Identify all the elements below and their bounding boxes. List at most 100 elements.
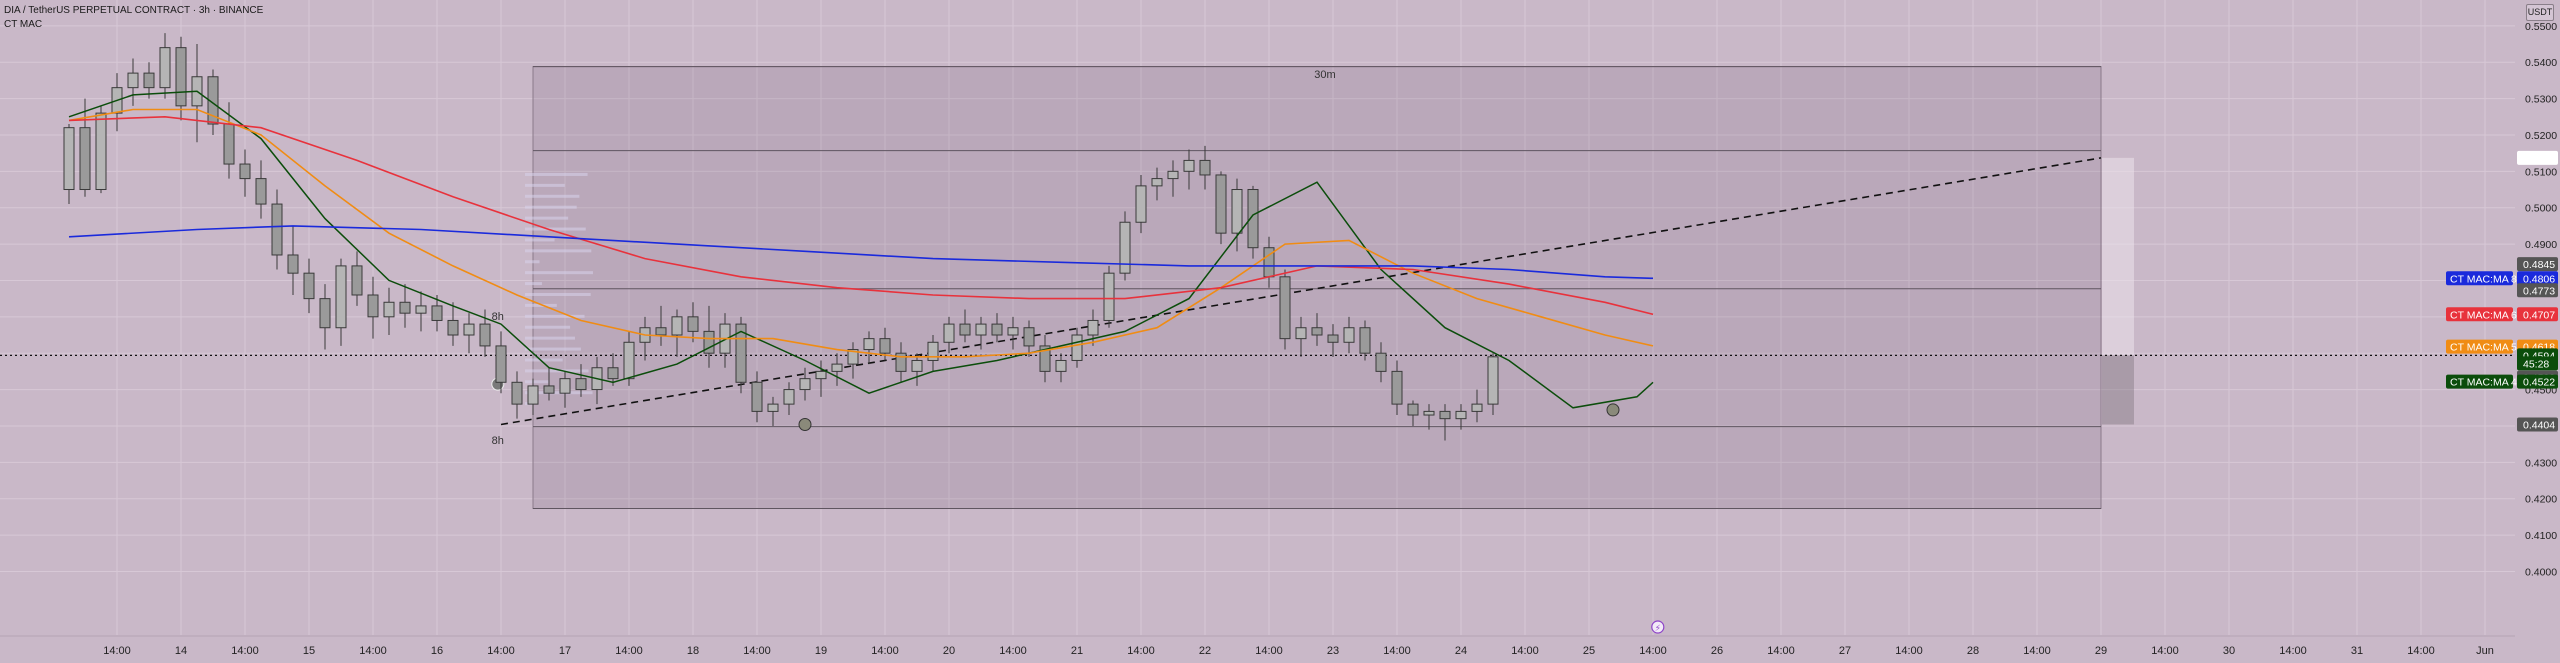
price-badge-label: 0.4845 xyxy=(2523,259,2555,271)
time-tick-label: 14:00 xyxy=(1895,645,1923,657)
price-badge-label: 0.4707 xyxy=(2523,309,2555,321)
price-badge-label: 0.4773 xyxy=(2523,285,2555,297)
drawings-layer: 30m8h8h⚡ xyxy=(0,66,2515,634)
time-tick-label: 14:00 xyxy=(999,645,1027,657)
candle-body-down xyxy=(1407,403,1419,416)
candle-body-down xyxy=(1327,334,1339,343)
candle xyxy=(1215,171,1227,245)
candle xyxy=(735,316,747,394)
price-tick-label: 0.4200 xyxy=(2525,494,2557,506)
volume-profile-bar xyxy=(525,205,577,209)
candle-body-down xyxy=(1199,159,1211,176)
volume-profile-bar xyxy=(525,194,580,198)
time-tick-label: 14:00 xyxy=(231,645,259,657)
candle-body-up xyxy=(1231,189,1243,234)
price-badge-label: 0.5137 xyxy=(2523,153,2555,165)
candle-body-up xyxy=(1071,334,1083,361)
candle-body-down xyxy=(175,47,187,107)
candle-body-up xyxy=(1055,359,1067,372)
time-tick-label: 20 xyxy=(943,645,955,657)
candle-body-up xyxy=(559,378,571,394)
time-tick-label: 22 xyxy=(1199,645,1211,657)
time-tick-label: 14:00 xyxy=(1255,645,1283,657)
candle xyxy=(383,287,395,336)
price-tick-label: 0.5000 xyxy=(2525,203,2557,215)
volume-profile-bar xyxy=(525,314,585,318)
price-badge-label: 0.4522 xyxy=(2523,377,2555,389)
volume-profile-bar xyxy=(525,172,588,176)
candle xyxy=(1103,265,1115,328)
candle xyxy=(335,258,347,346)
price-tick-label: 0.5200 xyxy=(2525,130,2557,142)
volume-profile-bar xyxy=(525,249,592,253)
candle-body-up xyxy=(815,370,827,380)
marker-circle xyxy=(798,417,812,431)
price-chart[interactable]: 30m8h8h⚡0.55000.54000.53000.52000.51000.… xyxy=(0,0,2560,663)
candle xyxy=(159,33,171,99)
candle-body-down xyxy=(239,163,251,180)
candle-body-up xyxy=(463,323,475,336)
time-tick-label: 14:00 xyxy=(1639,645,1667,657)
volume-profile-bar xyxy=(525,271,593,275)
ma-tag-label: CT MAC:MA 6 xyxy=(2450,309,2517,321)
candle-body-down xyxy=(879,338,891,354)
candle-body-up xyxy=(1183,159,1195,172)
candle-body-down xyxy=(655,327,667,336)
candle-body-up xyxy=(415,305,427,314)
candle-body-up xyxy=(623,341,635,380)
marker-circle xyxy=(1606,403,1620,417)
candle-body-up xyxy=(1135,185,1147,223)
candle xyxy=(255,160,267,219)
candle-body-down xyxy=(687,316,699,332)
volume-profile-bar xyxy=(525,227,586,231)
time-tick-label: 14:00 xyxy=(871,645,899,657)
indicator-label[interactable]: CT MAC xyxy=(4,19,42,30)
price-tick-label: 0.5500 xyxy=(2525,21,2557,33)
volume-profile-bar xyxy=(525,260,540,264)
chart-title: DIA / TetherUS PERPETUAL CONTRACT · 3h ·… xyxy=(4,5,264,16)
candle-body-down xyxy=(255,178,267,205)
candle xyxy=(351,251,363,306)
projection-zone-down xyxy=(2102,355,2134,425)
ma-tag-label: CT MAC:MA 5 xyxy=(2450,342,2517,354)
chart-root: 30m 8h 8h ⚡ 0.5500 0.5400 0.5300 0.5200 0.5100 0.… xyxy=(0,0,2560,663)
candle-body-up xyxy=(911,359,923,372)
currency-button[interactable]: USDT xyxy=(2526,4,2554,21)
candle-body-up xyxy=(1471,403,1483,412)
candle xyxy=(303,258,315,314)
interval-label-30m: 30m xyxy=(1314,69,1335,81)
volume-profile-bar xyxy=(525,336,575,340)
price-axis: 0.5500 0.5400 0.5300 0.5200 0.5100 0.5000 0.49… xyxy=(2446,0,2560,663)
time-tick-label: 15 xyxy=(303,645,315,657)
price-tick-label: 0.5300 xyxy=(2525,94,2557,106)
projection-zone-up xyxy=(2102,157,2134,356)
volume-profile-bar xyxy=(525,183,565,187)
candle-body-down xyxy=(1023,327,1035,347)
volume-profile-bar xyxy=(525,282,542,286)
price-tick-label: 0.4100 xyxy=(2525,530,2557,542)
candle-body-up xyxy=(831,363,843,372)
candle-body-down xyxy=(1375,352,1387,372)
time-tick-label: 14:00 xyxy=(1767,645,1795,657)
price-badge-label: 45:28 xyxy=(2523,358,2549,370)
candle-body-down xyxy=(431,305,443,321)
candle xyxy=(1279,269,1291,350)
candle-body-up xyxy=(1423,410,1435,416)
candle-body-up xyxy=(1455,410,1467,420)
volume-profile-bar xyxy=(525,238,555,242)
candle-body-down xyxy=(287,254,299,274)
price-tick-label: 0.5100 xyxy=(2525,166,2557,178)
volume-profile-bar xyxy=(525,358,563,362)
candle xyxy=(175,36,187,121)
time-tick-label: 14:00 xyxy=(743,645,771,657)
candle-body-up xyxy=(95,112,107,191)
time-tick-label: 19 xyxy=(815,645,827,657)
time-tick-label: 14:00 xyxy=(1383,645,1411,657)
candle-body-down xyxy=(399,301,411,314)
time-tick-label: 14:00 xyxy=(615,645,643,657)
candle-body-up xyxy=(783,389,795,405)
ma-tag-label: CT MAC:MA 8 xyxy=(2450,273,2517,285)
candle-body-up xyxy=(63,127,75,191)
time-tick-label: 27 xyxy=(1839,645,1851,657)
candle-body-down xyxy=(1279,276,1291,340)
